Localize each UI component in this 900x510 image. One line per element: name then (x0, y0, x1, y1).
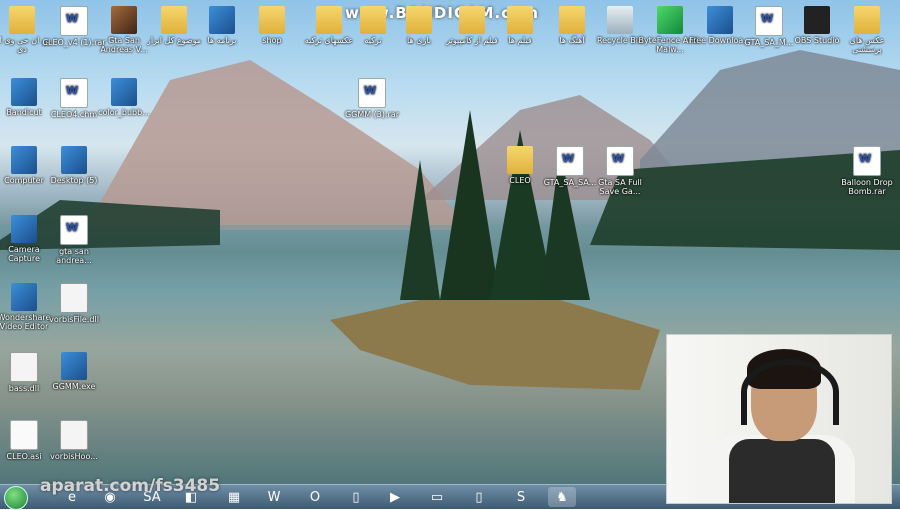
desktop-icon-label: CLEO.asi (6, 452, 42, 461)
webcam-icon (11, 215, 37, 243)
desktop-icon-label: Recycle Bin (596, 36, 644, 45)
obs-icon (804, 6, 830, 34)
folder-icon (406, 6, 432, 34)
desktop-icon-label: Desktop (5) (50, 176, 98, 185)
desktop-icon-label: CLEO4.chm (50, 110, 98, 119)
blank-file-icon[interactable]: ▯ (342, 487, 370, 507)
desktop-icon-label: Balloon Drop Bomb.rar (841, 178, 893, 196)
skype-icon[interactable]: S (507, 487, 535, 507)
folder-icon (161, 6, 187, 34)
folder-icon (360, 6, 386, 34)
desktop-icon-label: color_bubb... (98, 108, 150, 117)
recycle-bin-icon (607, 6, 633, 34)
opera-icon[interactable]: O (301, 487, 329, 507)
desktop-icon[interactable]: عکس های پرسشنی (835, 6, 899, 54)
folder-icon (9, 6, 35, 34)
desktop-icon-label: برنامه ها (207, 36, 237, 45)
desktop-icon-label: shop (262, 36, 282, 45)
computer-icon (11, 146, 37, 174)
document-icon (606, 146, 634, 176)
start-button[interactable] (4, 486, 28, 510)
document-icon (556, 146, 584, 176)
headset-icon (741, 359, 839, 425)
desktop-icon-label: Camera Capture (8, 245, 40, 263)
desktop-icon-label: bass.dll (8, 384, 40, 393)
desktop-icon-label: Gta SA Full Save Ga... (598, 178, 642, 196)
dll-icon (60, 420, 88, 450)
aparat-watermark: aparat.com/fs3485 (40, 476, 221, 496)
desktop-icon-label: vorbisHoo... (50, 452, 98, 461)
dll-icon (60, 283, 88, 313)
desktop-icon-label: عکس های پرسشنی (849, 36, 885, 54)
person-vest (729, 439, 835, 503)
desktop-icon[interactable]: vorbisFile.dll (42, 283, 106, 324)
document-icon (853, 146, 881, 176)
folder-icon (459, 6, 485, 34)
help-file-icon (60, 78, 88, 108)
desktop-icon-label: Gta San Andreas V... (100, 36, 148, 54)
blank-file-icon[interactable]: ▯ (465, 487, 493, 507)
desktop-icon[interactable]: GGMM (3).rar (340, 78, 404, 119)
desktop-icon[interactable]: shop (240, 6, 304, 45)
download-icon (707, 6, 733, 34)
monitor-icon[interactable]: ▭ (423, 487, 451, 507)
desktop-icon[interactable]: color_bubb... (92, 78, 156, 117)
desktop-icon[interactable]: Desktop (5) (42, 146, 106, 185)
desktop-icon-label: ترکیه (364, 36, 382, 45)
app-icon (209, 6, 235, 34)
document-icon (60, 215, 88, 245)
desktop-icon-label: CLEO (509, 176, 531, 185)
desktop-icon-label: Bandicut (6, 108, 42, 117)
desktop-icon-label: GGMM.exe (52, 382, 96, 391)
document-icon (358, 78, 386, 108)
monitor-icon (61, 146, 87, 174)
desktop-icon-label: Computer (4, 176, 44, 185)
folder-icon (559, 6, 585, 34)
desktop-icon[interactable]: vorbisHoo... (42, 420, 106, 461)
desktop-icon-label: vorbisFile.dll (49, 315, 99, 324)
game-icon (111, 6, 137, 34)
app-icon (11, 283, 37, 311)
document-icon (755, 6, 783, 36)
desktop-icon[interactable]: Balloon Drop Bomb.rar (835, 146, 899, 196)
desktop-icon-label: OBS Studio (794, 36, 840, 45)
gear-icon (61, 352, 87, 380)
dll-icon (10, 352, 38, 382)
document-icon (60, 6, 88, 36)
folder-icon (507, 146, 533, 174)
file-explorer-icon[interactable]: ▦ (220, 487, 248, 507)
desktop-icon[interactable]: GGMM.exe (42, 352, 106, 391)
folder-icon (854, 6, 880, 34)
media-player-icon[interactable]: ▶ (381, 487, 409, 507)
desktop-icon-label: بازی ها (407, 36, 431, 45)
app-icon (111, 78, 137, 106)
folder-icon (259, 6, 285, 34)
desktop-icon-label: gta san andrea... (56, 247, 92, 265)
desktop-icon-label: GGMM (3).rar (344, 110, 400, 119)
folder-icon (507, 6, 533, 34)
blank-file-icon (10, 420, 38, 450)
folder-icon (316, 6, 342, 34)
word-icon[interactable]: W (260, 487, 288, 507)
desktop-icon[interactable]: Gta SA Full Save Ga... (588, 146, 652, 196)
desktop-icon[interactable]: gta san andrea... (42, 215, 106, 265)
desktop-icon-label: آهنگ ها (559, 36, 585, 45)
webcam-overlay (666, 334, 892, 504)
shield-icon (657, 6, 683, 34)
game-icon[interactable]: ♞ (548, 487, 576, 507)
app-icon (11, 78, 37, 106)
desktop-icon-label: فیلم ها (508, 36, 532, 45)
